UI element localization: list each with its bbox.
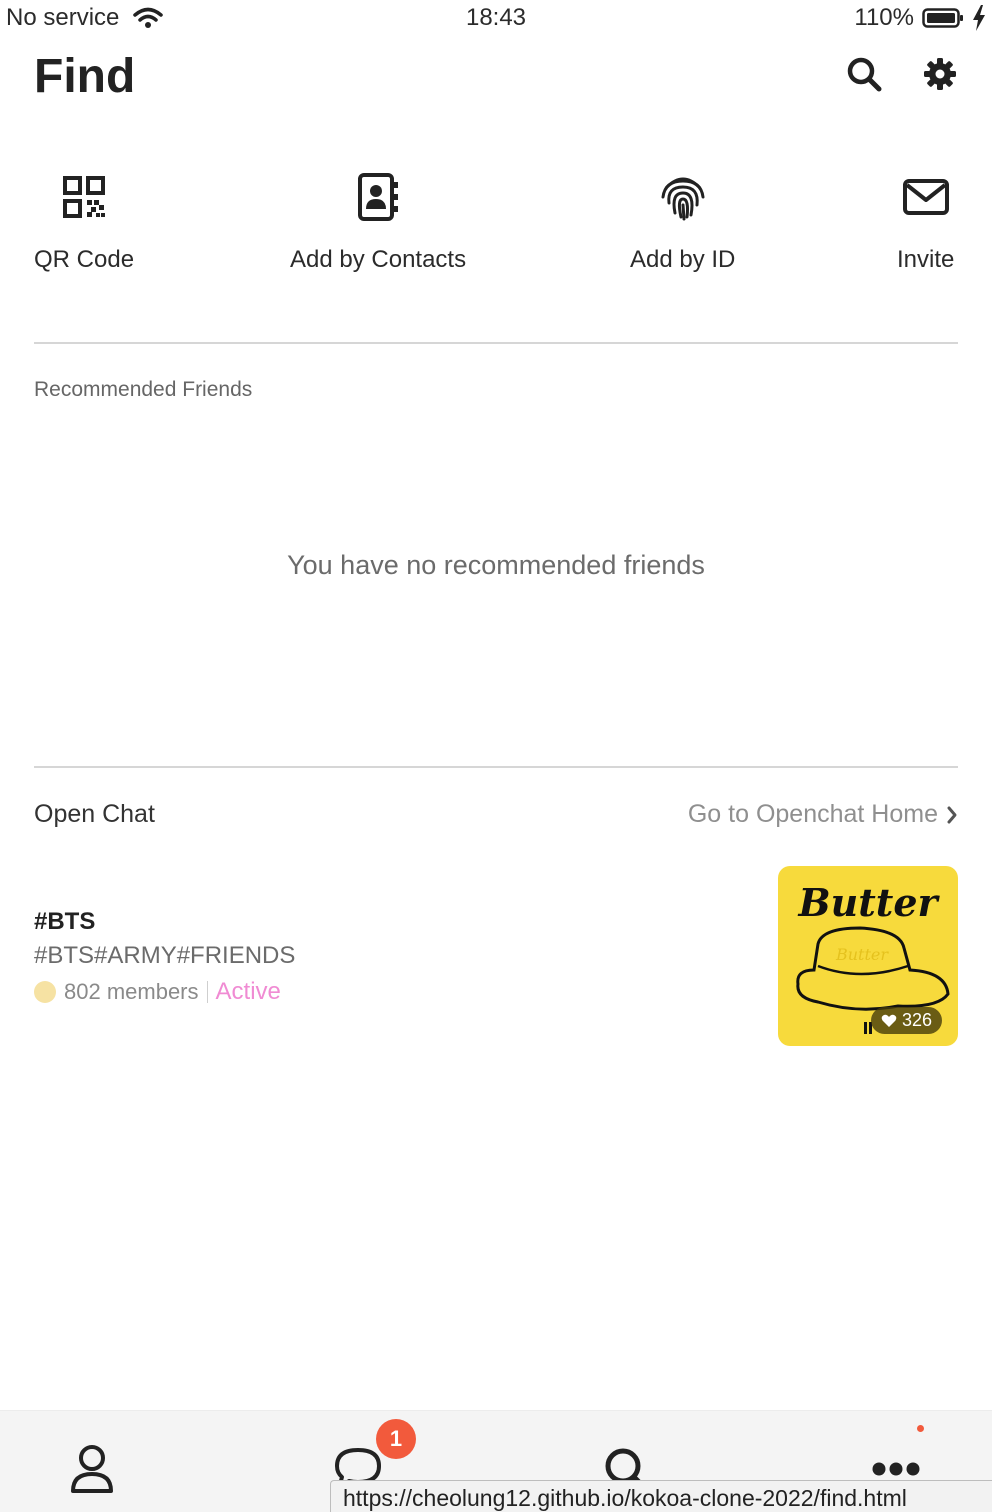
chat-status: Active	[215, 978, 281, 1005]
unread-badge: 1	[376, 1419, 416, 1459]
invite-option[interactable]: Invite	[897, 170, 954, 274]
add-by-contacts-option[interactable]: Add by Contacts	[290, 170, 466, 274]
search-icon[interactable]	[846, 56, 882, 92]
add-by-contacts-label: Add by Contacts	[290, 246, 467, 273]
qr-code-option[interactable]: QR Code	[34, 170, 134, 274]
qr-code-icon	[63, 176, 106, 218]
chat-name: #BTS	[34, 908, 96, 935]
add-by-id-option[interactable]: Add by ID	[630, 170, 735, 274]
notification-dot	[917, 1425, 924, 1432]
member-avatar-icon	[34, 981, 56, 1003]
gear-icon[interactable]	[922, 56, 958, 92]
link-url-tooltip: https://cheolung12.github.io/kokoa-clone…	[330, 1480, 992, 1512]
battery-icon	[922, 8, 963, 28]
chat-tags: #BTS#ARMY#FRIENDS	[34, 942, 296, 969]
likes-count: 326	[901, 1010, 932, 1030]
status-bar: No service 18:43 110%	[0, 0, 992, 40]
envelope-icon	[902, 179, 949, 215]
divider	[34, 766, 958, 768]
address-book-icon	[358, 173, 399, 221]
charging-bolt-icon	[973, 5, 985, 31]
heart-icon	[881, 1014, 897, 1027]
member-count: 802 members	[64, 979, 199, 1004]
empty-recommendations-message: You have no recommended friends	[287, 550, 705, 580]
more-icon	[872, 1462, 920, 1476]
header-actions	[846, 56, 958, 92]
chat-thumbnail[interactable]: Butter Butter 326	[778, 866, 958, 1046]
battery-percent: 110%	[854, 4, 914, 31]
chevron-right-icon	[947, 806, 957, 823]
likes-badge: 326	[870, 1007, 942, 1034]
page-header: Find	[34, 44, 958, 114]
open-chat-item[interactable]: #BTS #BTS#ARMY#FRIENDS 802 members Activ…	[34, 866, 958, 1048]
page-title: Find	[34, 50, 136, 103]
clock: 18:43	[465, 4, 527, 31]
openchat-home-link-label: Go to Openchat Home	[687, 800, 938, 828]
chat-meta: 802 members Active	[34, 978, 281, 1006]
recommended-friends-title: Recommended Friends	[34, 378, 253, 401]
thumbnail-title: Butter	[797, 880, 940, 925]
openchat-home-link[interactable]: Go to Openchat Home	[688, 800, 958, 829]
divider	[34, 342, 958, 344]
svg-text:Butter: Butter	[835, 945, 889, 964]
open-chat-header: Open Chat Go to Openchat Home	[34, 800, 958, 836]
fingerprint-icon	[661, 177, 705, 221]
qr-code-label: QR Code	[34, 246, 135, 273]
invite-label: Invite	[897, 246, 955, 273]
meta-separator	[206, 981, 208, 1003]
tab-friends[interactable]	[62, 1439, 122, 1499]
add-by-id-label: Add by ID	[630, 246, 736, 273]
user-icon	[71, 1445, 113, 1493]
find-options: QR Code Add by Contacts Add by ID Invite	[34, 170, 958, 280]
